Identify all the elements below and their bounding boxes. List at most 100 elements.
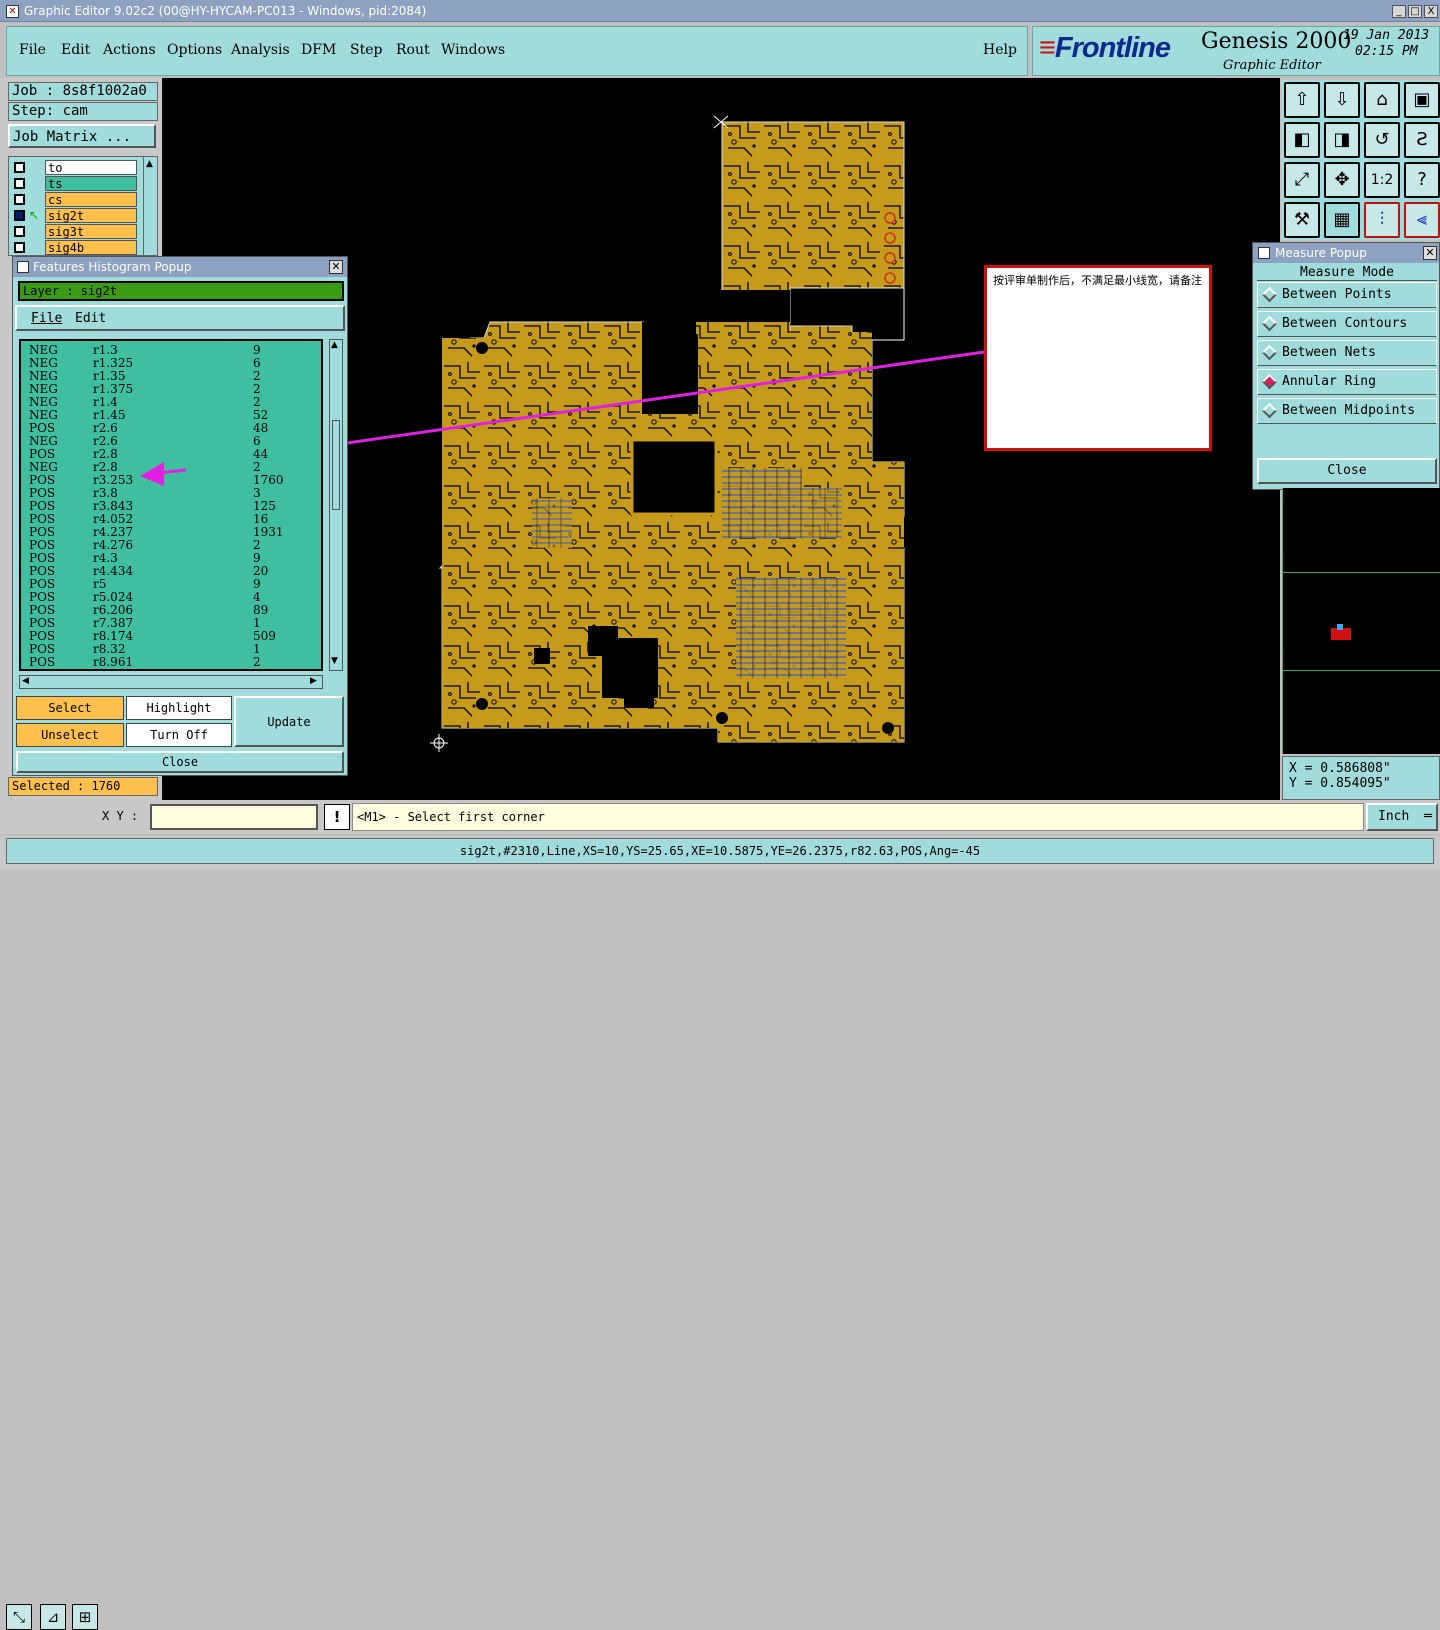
layer-name[interactable]: sig2t (45, 208, 137, 223)
help-button[interactable]: ? (1404, 162, 1440, 198)
cursor-coordinates: X = 0.586808" Y = 0.854095" (1282, 756, 1440, 800)
mode-annular-ring[interactable]: Annular Ring (1257, 369, 1437, 395)
select-button[interactable]: Select (16, 696, 124, 720)
y-coordinate: Y = 0.854095" (1289, 776, 1391, 791)
menu-windows[interactable]: Windows (441, 42, 505, 58)
layer-checkbox[interactable] (14, 242, 25, 253)
layer-name[interactable]: sig3t (45, 224, 137, 239)
histogram-close-button[interactable]: Close (16, 751, 344, 773)
scroll-down-icon[interactable]: ▼ (331, 656, 338, 666)
layer-name[interactable]: cs (45, 192, 137, 207)
overview-panel[interactable] (1282, 488, 1440, 754)
overview-cursor (1337, 624, 1343, 630)
radio-diamond-selected-icon[interactable] (1261, 373, 1278, 390)
layer-row[interactable]: sig3t (9, 224, 139, 239)
layer-row[interactable]: to (9, 160, 139, 175)
measure-popup: Measure Popup ✕ Measure Mode Between Poi… (1252, 242, 1440, 490)
popup-menu-icon[interactable] (17, 261, 29, 273)
layer-row[interactable]: sig4b (9, 240, 139, 255)
mode-between-midpoints[interactable]: Between Midpoints (1257, 398, 1437, 424)
close-window-button[interactable]: X (1424, 5, 1438, 18)
drc-button[interactable]: ⫷ (1404, 202, 1440, 238)
snap-grid-icon[interactable]: ⊞ (72, 1604, 98, 1630)
bga-cutout (630, 438, 718, 516)
redraw-button[interactable]: Ƨ (1404, 122, 1440, 158)
radio-diamond-icon[interactable] (1261, 315, 1278, 332)
measure-close-button[interactable]: Close (1257, 458, 1437, 484)
histogram-list[interactable]: NEG r1.3 9 NEG r1.325 6 NEG r1.35 2 NEG r1.375 2 NEG… (19, 339, 323, 671)
radio-diamond-icon[interactable] (1261, 402, 1278, 419)
menu-edit[interactable]: Edit (61, 42, 90, 58)
layer-checkbox[interactable] (14, 178, 25, 189)
layer-row[interactable]: cs (9, 192, 139, 207)
job-matrix-button[interactable]: Job Matrix ... (8, 124, 156, 148)
maximize-button[interactable]: □ (1408, 5, 1422, 18)
layer-name[interactable]: ts (45, 176, 137, 191)
histogram-menu-file[interactable]: File (31, 311, 62, 326)
units-selector[interactable]: Inch ═ (1366, 803, 1438, 831)
exclamation-button[interactable]: ! (324, 804, 350, 830)
menu-help[interactable]: Help (983, 42, 1017, 58)
measure-icon[interactable]: ⊿ (40, 1604, 66, 1630)
xy-input[interactable] (150, 804, 318, 830)
zoom-area-icon[interactable]: ⤡ (6, 1604, 32, 1630)
highlight-button[interactable]: Highlight (126, 696, 232, 720)
scroll-left-icon[interactable]: ◀ (22, 676, 29, 686)
layer-name[interactable]: to (45, 160, 137, 175)
review-annotation-note[interactable]: 按评审单制作后，不满足最小线宽，请备注 (984, 265, 1212, 451)
radio-diamond-icon[interactable] (1261, 286, 1278, 303)
mode-between-points[interactable]: Between Points (1257, 282, 1437, 308)
layer-checkbox[interactable] (14, 162, 25, 173)
menu-dfm[interactable]: DFM (301, 42, 336, 58)
histogram-vscrollbar[interactable]: ▲ ▼ (329, 339, 343, 671)
histogram-close-x-icon[interactable]: ✕ (329, 260, 343, 274)
histogram-menu-edit[interactable]: Edit (75, 311, 106, 326)
layer-up-button[interactable]: ⇧ (1284, 82, 1320, 118)
shift-left-button[interactable]: ◧ (1284, 122, 1320, 158)
popup-menu-icon[interactable] (1258, 247, 1270, 259)
menu-file[interactable]: File (19, 42, 46, 58)
grid-button[interactable]: ▦ (1324, 202, 1360, 238)
menu-options[interactable]: Options (167, 42, 222, 58)
layer-row[interactable]: ts (9, 176, 139, 191)
histogram-popup-titlebar[interactable]: Features Histogram Popup ✕ (13, 257, 347, 277)
shift-right-button[interactable]: ◨ (1324, 122, 1360, 158)
menu-actions[interactable]: Actions (103, 42, 156, 58)
mode-between-contours[interactable]: Between Contours (1257, 311, 1437, 337)
layer-checkbox[interactable] (14, 210, 25, 221)
layer-scrollbar[interactable]: ▲ (143, 157, 157, 255)
mode-label: Annular Ring (1282, 374, 1376, 389)
layer-down-button[interactable]: ⇩ (1324, 82, 1360, 118)
prompt-message: <M1> - Select first corner (352, 803, 1364, 831)
scroll-right-icon[interactable]: ▶ (310, 676, 317, 686)
scroll-thumb[interactable] (332, 420, 340, 510)
layer-name[interactable]: sig4b (45, 240, 137, 255)
measure-close-x-icon[interactable]: ✕ (1423, 246, 1437, 260)
zoom-in-button[interactable]: ✥ (1324, 162, 1360, 198)
unselect-button[interactable]: Unselect (16, 723, 124, 747)
layer-checkbox[interactable] (14, 194, 25, 205)
one-to-one-button[interactable]: 1:2 (1364, 162, 1400, 198)
turn-off-button[interactable]: Turn Off (126, 723, 232, 747)
app-icon[interactable]: ✕ (6, 5, 19, 18)
menu-analysis[interactable]: Analysis (231, 42, 290, 58)
menu-rout[interactable]: Rout (396, 42, 430, 58)
scroll-up-icon[interactable]: ▲ (331, 340, 338, 350)
measure-popup-titlebar[interactable]: Measure Popup ✕ (1253, 243, 1439, 263)
home-button[interactable]: ⌂ (1364, 82, 1400, 118)
mode-between-nets[interactable]: Between Nets (1257, 340, 1437, 366)
layer-row[interactable]: ↖ sig2t (9, 208, 139, 223)
minimize-button[interactable]: _ (1392, 5, 1406, 18)
fit-button[interactable]: ⤢ (1284, 162, 1320, 198)
view-toolbox: ⇧ ⇩ ⌂ ▣ ◧ ◨ ↺ Ƨ ⤢ ✥ 1:2 ? ⚒ ▦ ⫶ ⫷ (1282, 80, 1440, 240)
menu-step[interactable]: Step (350, 42, 382, 58)
window-button[interactable]: ▣ (1404, 82, 1440, 118)
radio-diamond-icon[interactable] (1261, 344, 1278, 361)
rotate-button[interactable]: ↺ (1364, 122, 1400, 158)
update-button[interactable]: Update (234, 696, 344, 747)
histogram-hscrollbar[interactable]: ◀ ▶ (19, 675, 323, 689)
layer-checkbox[interactable] (14, 226, 25, 237)
snap-button[interactable]: ⫶ (1364, 202, 1400, 238)
tool-button[interactable]: ⚒ (1284, 202, 1320, 238)
scroll-up-icon[interactable]: ▲ (146, 159, 153, 169)
